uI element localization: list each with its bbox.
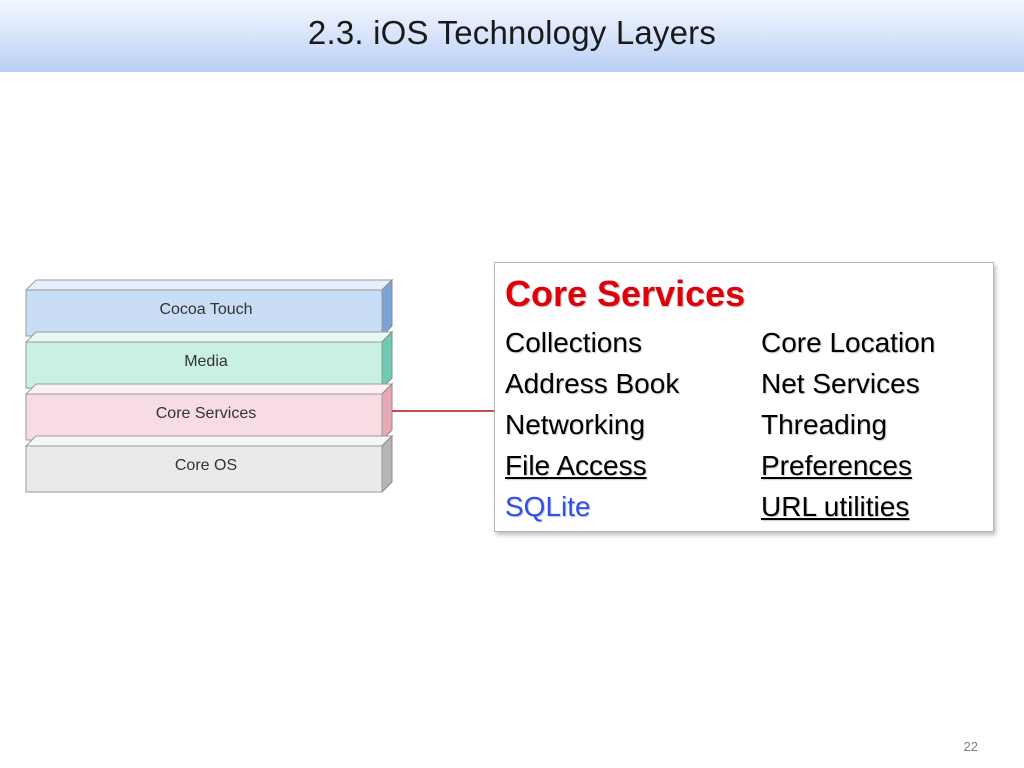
layer-label-cocoa-touch: Cocoa Touch [159,301,253,318]
item-file-access-link[interactable]: File Access [505,448,647,484]
item-collections: Collections [505,327,642,358]
layer-core-os: Core OS [24,434,394,494]
item-preferences-link[interactable]: Preferences [761,448,912,484]
item-sqlite-link[interactable]: SQLite [505,489,591,525]
layer-core-services: Core Services [24,382,394,442]
layer-cocoa-touch: Cocoa Touch [24,278,394,338]
item-core-location: Core Location [761,327,936,358]
slide-title: 2.3. iOS Technology Layers [307,14,717,51]
page-number: 22 [963,739,978,754]
layer-media: Media [24,330,394,390]
item-net-services: Net Services [761,368,920,399]
layer-label-core-services: Core Services [155,405,257,422]
connector-line [392,410,496,412]
item-address-book: Address Book [505,368,680,399]
item-url-utilities-link[interactable]: URL utilities [761,489,909,525]
info-box-title: Core Services [505,273,746,314]
item-threading: Threading [761,409,888,440]
item-networking: Networking [505,409,646,440]
title-bar: 2.3. iOS Technology Layers [0,0,1024,72]
ios-layer-stack: Cocoa Touch Media Core Services Core OS [24,278,394,500]
layer-label-media: Media [184,353,228,370]
core-services-info-box: Core Services Collections Address Book N… [494,262,994,532]
layer-label-core-os: Core OS [174,457,238,474]
